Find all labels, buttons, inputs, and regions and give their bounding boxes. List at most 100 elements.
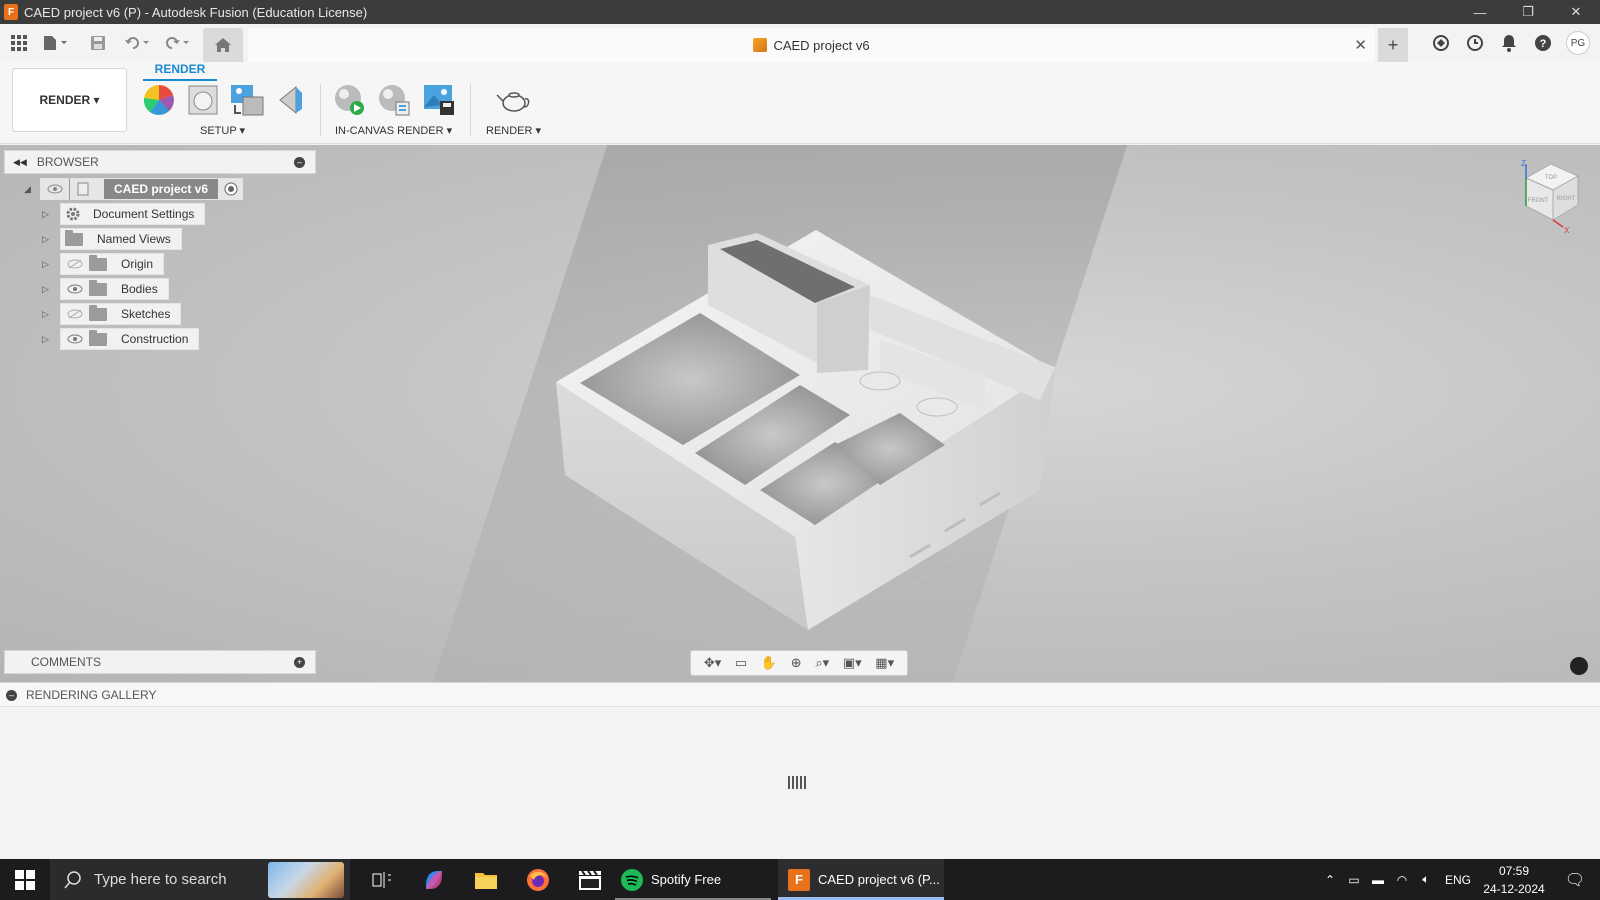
in-canvas-render-icon[interactable] bbox=[332, 82, 368, 118]
look-at-icon[interactable]: ▭ bbox=[735, 655, 747, 671]
browser-header[interactable]: ◀◀ BROWSER – bbox=[4, 150, 316, 174]
tab-render[interactable]: RENDER bbox=[143, 62, 217, 81]
expand-arrow-icon[interactable]: ▷ bbox=[42, 334, 49, 345]
user-avatar[interactable]: PG bbox=[1566, 31, 1590, 55]
render-teapot-icon[interactable] bbox=[496, 82, 532, 118]
gear-icon bbox=[66, 207, 80, 221]
expand-arrow-icon[interactable]: ▷ bbox=[42, 209, 49, 220]
taskbar-app-spotify[interactable]: Spotify Free bbox=[615, 859, 771, 900]
ribbon-separator bbox=[320, 84, 321, 136]
browser-item-document-settings[interactable]: ▷ Document Settings bbox=[4, 203, 206, 225]
browser-item-sketches[interactable]: ▷ Sketches bbox=[4, 303, 182, 325]
spotify-icon bbox=[621, 868, 643, 891]
setup-group-label[interactable]: SETUP ▾ bbox=[200, 124, 245, 137]
gallery-minimize-icon[interactable]: – bbox=[6, 690, 17, 701]
feedback-icon[interactable] bbox=[1570, 657, 1588, 675]
rendering-gallery-header[interactable]: – RENDERING GALLERY bbox=[0, 683, 1600, 707]
title-bar: F CAED project v6 (P) - Autodesk Fusion … bbox=[0, 0, 1600, 24]
texture-map-icon[interactable] bbox=[229, 82, 265, 118]
pan-hand-icon[interactable]: ✋ bbox=[761, 655, 777, 671]
show-hidden-icons-chevron-icon[interactable]: ⌃ bbox=[1318, 873, 1342, 887]
collapse-browser-icon[interactable]: ◀◀ bbox=[13, 157, 27, 168]
wifi-icon[interactable]: ◠ bbox=[1390, 873, 1414, 887]
file-explorer-icon[interactable] bbox=[464, 859, 508, 900]
visibility-eye-icon[interactable] bbox=[67, 284, 83, 294]
expand-root-icon[interactable]: ◢ bbox=[24, 184, 40, 195]
job-status-clock-icon[interactable] bbox=[1464, 32, 1486, 54]
rendering-gallery-title: RENDERING GALLERY bbox=[26, 687, 157, 702]
expand-arrow-icon[interactable]: ▷ bbox=[42, 234, 49, 245]
svg-text:?: ? bbox=[1540, 38, 1547, 50]
browser-item-bodies[interactable]: ▷ Bodies bbox=[4, 278, 169, 300]
clock[interactable]: 07:59 24-12-2024 bbox=[1478, 862, 1550, 898]
grid-settings-icon[interactable]: ▦▾ bbox=[875, 655, 894, 671]
comments-panel: COMMENTS + bbox=[4, 650, 316, 674]
render-group-label[interactable]: RENDER ▾ bbox=[486, 124, 541, 137]
spotify-label: Spotify Free bbox=[651, 872, 722, 887]
close-window-button[interactable]: ✕ bbox=[1552, 0, 1600, 24]
comments-header[interactable]: COMMENTS + bbox=[4, 650, 316, 674]
taskbar-search-box[interactable]: Type here to search bbox=[50, 859, 350, 900]
capture-image-icon[interactable] bbox=[421, 82, 457, 118]
organizer-model[interactable] bbox=[0, 145, 1600, 682]
new-tab-button[interactable]: + bbox=[1378, 28, 1408, 62]
appearance-icon[interactable] bbox=[141, 82, 177, 118]
document-tab[interactable]: CAED project v6 ✕ bbox=[248, 28, 1375, 62]
fit-zoom-icon[interactable]: ⌕▾ bbox=[815, 655, 829, 671]
undo-icon[interactable] bbox=[122, 30, 154, 56]
windows-start-icon[interactable] bbox=[0, 859, 50, 900]
data-panel-grid-icon[interactable] bbox=[8, 30, 30, 56]
close-tab-button[interactable]: ✕ bbox=[1354, 36, 1367, 54]
add-comment-icon[interactable]: + bbox=[294, 657, 305, 668]
browser-minimize-icon[interactable]: – bbox=[294, 157, 305, 168]
viewcube[interactable]: TOP FRONT RIGHT Z X bbox=[1518, 160, 1588, 235]
activate-radio-icon[interactable] bbox=[224, 182, 238, 196]
in-canvas-render-settings-icon[interactable] bbox=[376, 82, 412, 118]
display-settings-icon[interactable]: ▣▾ bbox=[843, 655, 862, 671]
browser-item-named-views[interactable]: ▷ Named Views bbox=[4, 228, 182, 250]
save-icon[interactable] bbox=[88, 30, 108, 56]
hidden-eye-icon[interactable] bbox=[67, 309, 83, 319]
viewcube-right-label[interactable]: RIGHT bbox=[1557, 196, 1576, 202]
expand-arrow-icon[interactable]: ▷ bbox=[42, 284, 49, 295]
extensions-icon[interactable] bbox=[1430, 32, 1452, 54]
browser-item-origin[interactable]: ▷ Origin bbox=[4, 253, 165, 275]
taskbar-app-fusion[interactable]: F CAED project v6 (P... bbox=[778, 859, 944, 900]
task-view-icon[interactable] bbox=[360, 859, 404, 900]
battery-icon[interactable]: ▬ bbox=[1366, 873, 1390, 887]
home-tab[interactable] bbox=[203, 28, 243, 62]
tree-item-label: Construction bbox=[121, 332, 189, 346]
copilot-icon[interactable] bbox=[412, 859, 456, 900]
language-indicator[interactable]: ENG bbox=[1438, 873, 1478, 887]
restore-button[interactable]: ❐ bbox=[1504, 0, 1552, 24]
browser-item-construction[interactable]: ▷ Construction bbox=[4, 328, 200, 350]
tree-item-label: Document Settings bbox=[93, 207, 195, 221]
hidden-eye-icon[interactable] bbox=[67, 259, 83, 269]
workspace-switcher[interactable]: RENDER ▾ bbox=[12, 68, 127, 132]
volume-icon[interactable]: 🔈︎ bbox=[1414, 872, 1438, 887]
device-icon[interactable]: ▭ bbox=[1342, 873, 1366, 887]
firefox-icon[interactable] bbox=[516, 859, 560, 900]
clapperboard-app-icon[interactable] bbox=[568, 859, 612, 900]
viewcube-top-label[interactable]: TOP bbox=[1545, 175, 1557, 181]
notification-center-icon[interactable]: 🗨︎ bbox=[1550, 870, 1600, 890]
minimize-button[interactable]: — bbox=[1456, 0, 1504, 24]
scene-settings-icon[interactable] bbox=[185, 82, 221, 118]
decal-icon[interactable] bbox=[273, 82, 309, 118]
orbit-icon[interactable]: ✥▾ bbox=[704, 655, 721, 671]
browser-root-node[interactable]: ◢ CAED project v6 bbox=[24, 178, 244, 200]
help-icon[interactable]: ? bbox=[1532, 32, 1554, 54]
home-icon bbox=[215, 38, 231, 52]
in-canvas-render-group-label[interactable]: IN-CANVAS RENDER ▾ bbox=[335, 124, 452, 137]
expand-arrow-icon[interactable]: ▷ bbox=[42, 309, 49, 320]
design-canvas[interactable]: TOP FRONT RIGHT Z X bbox=[0, 145, 1600, 682]
redo-icon[interactable] bbox=[162, 30, 194, 56]
file-menu-icon[interactable] bbox=[40, 30, 72, 56]
visibility-eye-icon[interactable] bbox=[47, 184, 63, 194]
viewcube-front-label[interactable]: FRONT bbox=[1528, 198, 1549, 204]
zoom-icon[interactable]: ⊕ bbox=[791, 655, 802, 671]
notifications-bell-icon[interactable] bbox=[1498, 32, 1520, 54]
expand-arrow-icon[interactable]: ▷ bbox=[42, 259, 49, 270]
design-cube-icon bbox=[753, 38, 768, 52]
visibility-eye-icon[interactable] bbox=[67, 334, 83, 344]
